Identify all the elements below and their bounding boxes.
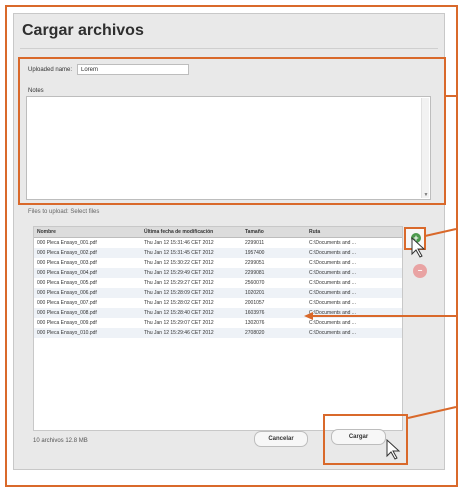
- annotation-overlay: [304, 95, 457, 460]
- mouse-cursor-icon: [411, 236, 426, 258]
- annotation-line-upload: [407, 406, 457, 419]
- mouse-cursor-icon: [386, 438, 401, 460]
- annotation-line-add: [424, 228, 457, 237]
- annotation-arrowhead: [304, 312, 313, 320]
